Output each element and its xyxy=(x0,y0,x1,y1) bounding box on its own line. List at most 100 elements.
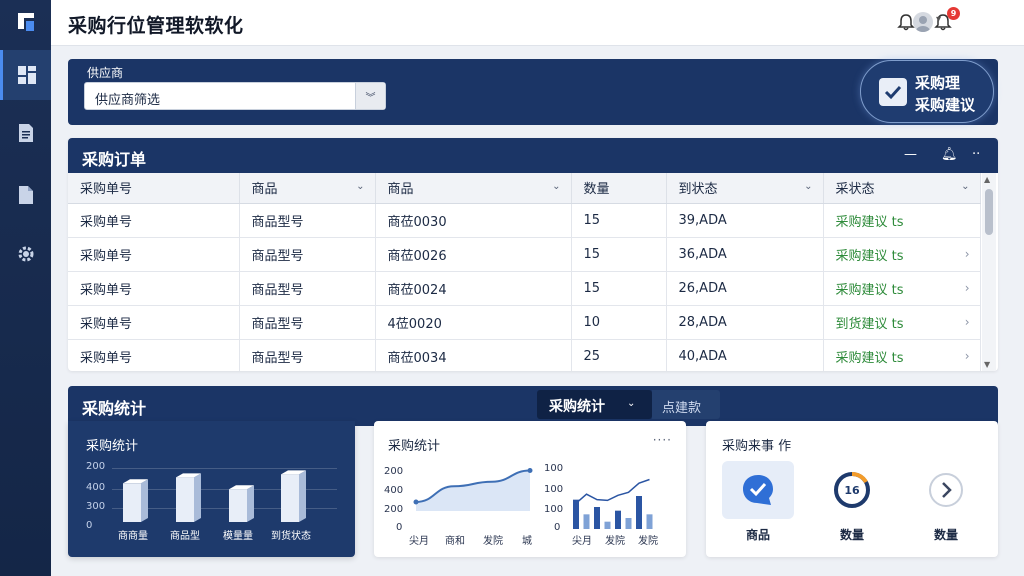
x-category-label: 商品型 xyxy=(170,531,200,542)
stats-line-card: 采购统计 ···· 200 400 200 0 尖月 商和 发院 城 100 1… xyxy=(374,421,686,557)
arrival-status-cell: 39,ADA xyxy=(666,203,824,238)
purchase-status-cell: 采购建议 ts › xyxy=(823,271,981,306)
column-header[interactable]: 采状态 ⌄ xyxy=(823,173,981,204)
data-point xyxy=(527,468,533,473)
purchase-stats-header: 采购统计 采购统计 ⌄ 点建款 xyxy=(68,386,998,426)
scroll-up-icon[interactable]: ▲ xyxy=(984,175,990,184)
supplier-label: 供应商 xyxy=(87,66,124,80)
x-category-label: 尖月 xyxy=(409,536,429,547)
x-category-label: 城 xyxy=(522,536,532,547)
bar xyxy=(625,518,632,529)
quick-actions-card: 采购来事 作 商品 16 数量 数量 xyxy=(706,421,998,557)
order-id-cell: 采购单号 xyxy=(68,237,240,272)
dashboard-icon xyxy=(18,66,36,84)
product-cell: 商莅0034 xyxy=(375,339,572,371)
sidebar-item-documents[interactable] xyxy=(0,108,51,158)
x-category-label: 发院 xyxy=(605,536,625,547)
order-id-cell: 采购单号 xyxy=(68,203,240,238)
scroll-thumb[interactable] xyxy=(985,189,993,235)
orders-table: 采购单号 商品 ⌄ 商品 ⌄ 数量 到状态 ⌄ 采状态 ⌄ 采购单号 商品型号 商莅00… xyxy=(68,173,981,371)
table-row[interactable]: 采购单号 商品型号 商莅0024 15 26,ADA 采购建议 ts › xyxy=(68,271,981,306)
table-row[interactable]: 采购单号 商品型号 商莅0034 25 40,ADA 采购建议 ts › xyxy=(68,339,981,371)
table-row[interactable]: 采购单号 商品型号 商莅0026 15 36,ADA 采购建议 ts › xyxy=(68,237,981,272)
product-model-cell: 商品型号 xyxy=(239,339,376,371)
quick-action-label: 商品 xyxy=(745,528,770,542)
chevron-down-icon[interactable]: ⌄ xyxy=(552,181,560,192)
stats-tab[interactable]: 点建款 xyxy=(652,390,720,419)
product-cell: 4莅0020 xyxy=(375,305,572,340)
x-category-label: 模量量 xyxy=(223,531,253,542)
checkbox-icon xyxy=(879,78,907,106)
y-tick-label: 100 xyxy=(544,463,564,474)
order-id-cell: 采购单号 xyxy=(68,305,240,340)
chevron-down-icon[interactable]: ⌄ xyxy=(356,181,364,192)
stats-tab-label: 点建款 xyxy=(662,401,702,416)
product-cell: 商莅0024 xyxy=(375,271,572,306)
chevron-down-icon[interactable]: ▾ xyxy=(936,14,941,25)
bar xyxy=(229,485,254,522)
column-header[interactable]: 采购单号 xyxy=(68,173,240,204)
quantity-cell: 10 xyxy=(571,305,667,340)
quick-action-next[interactable] xyxy=(910,461,982,519)
product-model-cell: 商品型号 xyxy=(239,305,376,340)
scroll-down-icon[interactable]: ▼ xyxy=(984,360,990,369)
quick-action-quantity[interactable]: 16 xyxy=(816,461,888,519)
chevron-down-icon[interactable]: ⌄ xyxy=(627,398,635,409)
purchase-suggestion-button[interactable]: 采购理 采购建议 xyxy=(860,60,994,123)
chevron-right-icon[interactable]: › xyxy=(965,247,970,261)
stats-dropdown[interactable]: 采购统计 ⌄ xyxy=(537,390,652,419)
sidebar xyxy=(0,0,51,576)
bar xyxy=(594,507,600,529)
bar-front xyxy=(229,489,247,522)
bar xyxy=(615,510,621,529)
sidebar-item-dashboard[interactable] xyxy=(0,50,51,100)
arrival-status-cell: 28,ADA xyxy=(666,305,824,340)
orders-scrollbar[interactable]: ▲ ▼ xyxy=(982,173,996,371)
table-row[interactable]: 采购单号 商品型号 商莅0030 15 39,ADA 采购建议 ts xyxy=(68,203,981,238)
orders-title: 采购订单 xyxy=(82,150,147,169)
column-header[interactable]: 到状态 ⌄ xyxy=(666,173,824,204)
stats-title: 采购统计 xyxy=(82,399,147,418)
product-model-cell: 商品型号 xyxy=(239,203,376,238)
column-header[interactable]: 商品 ⌄ xyxy=(239,173,376,204)
sidebar-item-files[interactable] xyxy=(0,170,51,220)
document-icon xyxy=(18,124,33,142)
double-chevron-down-icon[interactable]: ︾ xyxy=(355,83,385,109)
x-category-label: 尖月 xyxy=(572,536,592,547)
chevron-right-icon[interactable]: › xyxy=(965,281,970,295)
bar xyxy=(646,514,653,529)
progress-ring-text: 16 xyxy=(844,484,860,497)
quantity-cell: 15 xyxy=(571,271,667,306)
chevron-down-icon[interactable]: ⌄ xyxy=(961,181,969,192)
progress-ring-icon: 16 xyxy=(834,471,870,508)
bar-side xyxy=(141,479,148,522)
chevron-right-icon[interactable]: › xyxy=(965,315,970,329)
sidebar-item-settings[interactable] xyxy=(0,229,51,279)
chevron-down-icon[interactable]: ⌄ xyxy=(804,181,812,192)
y-tick-label: 100 xyxy=(544,504,564,515)
user-icon xyxy=(916,16,930,32)
bar xyxy=(123,479,148,522)
bar-side xyxy=(247,485,254,522)
y-tick-label: 100 xyxy=(544,484,564,495)
chevron-right-icon[interactable]: › xyxy=(965,349,970,363)
bar-front xyxy=(176,477,194,522)
product-cell: 商莅0030 xyxy=(375,203,572,238)
user-avatar[interactable] xyxy=(913,12,933,32)
bar xyxy=(604,521,611,529)
quick-action-label: 数量 xyxy=(839,528,864,542)
product-cell: 商莅0026 xyxy=(375,237,572,272)
table-row[interactable]: 采购单号 商品型号 4莅0020 10 28,ADA 到货建议 ts › xyxy=(68,305,981,340)
x-category-label: 发院 xyxy=(638,536,658,547)
quantity-cell: 25 xyxy=(571,339,667,371)
more-icon[interactable]: ·· xyxy=(972,147,980,162)
supplier-select[interactable]: 供应商筛选 ︾ xyxy=(84,82,386,110)
arrival-status-cell: 26,ADA xyxy=(666,271,824,306)
column-header[interactable]: 商品 ⌄ xyxy=(375,173,572,204)
supplier-filter-panel: 供应商 供应商筛选 ︾ xyxy=(68,59,998,125)
quick-action-products[interactable] xyxy=(722,461,794,519)
area-fill xyxy=(416,470,530,511)
bell-icon[interactable]: 🔔︎ xyxy=(941,147,958,162)
column-header[interactable]: 数量 xyxy=(571,173,667,204)
minimize-icon[interactable]: — xyxy=(904,147,917,162)
